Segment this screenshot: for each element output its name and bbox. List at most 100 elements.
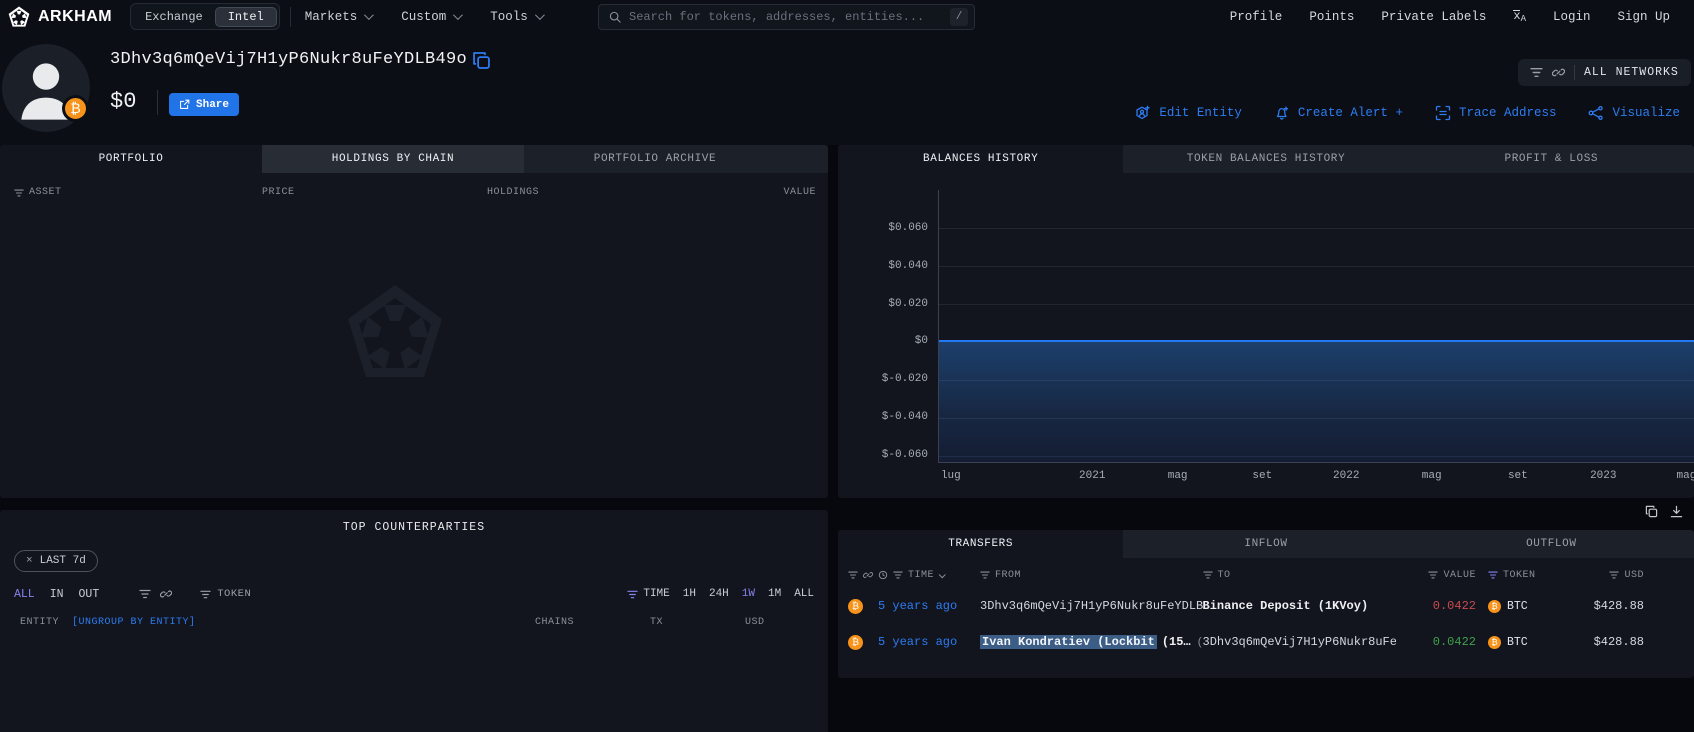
network-selector[interactable]: ALL NETWORKS — [1518, 59, 1691, 86]
download-icon[interactable] — [1670, 505, 1683, 518]
column-entity: ENTITY — [20, 617, 59, 628]
link-icon[interactable] — [863, 570, 873, 580]
filter-icon — [1428, 570, 1438, 580]
direction-filter-all[interactable]: ALL — [14, 588, 35, 601]
transfer-from-entity[interactable]: Ivan Kondratiev (Lockbit(15…(+1) — [980, 635, 1203, 649]
selected-text: Ivan Kondratiev (Lockbit — [980, 635, 1157, 649]
column-chains: CHAINS — [535, 617, 574, 628]
arkham-watermark — [345, 283, 445, 383]
x-axis-tick: mag — [1677, 470, 1694, 482]
translate-icon[interactable]: xA — [1513, 9, 1526, 24]
signup-link[interactable]: Sign Up — [1617, 10, 1670, 24]
tab-balances-history[interactable]: BALANCES HISTORY — [838, 145, 1123, 173]
address-header: ₿ 3Dhv3q6mQeVij7H1yP6Nukr8uFeYDLB49o $0 … — [0, 33, 1694, 145]
column-value[interactable]: VALUE — [1396, 570, 1476, 581]
zero-balance-line — [939, 340, 1694, 342]
transfer-to-address[interactable]: 3Dhv3q6mQeVij7H1yP6Nukr8uFeYDLB49o — [1203, 635, 1396, 649]
tools-menu[interactable]: Tools — [490, 10, 542, 24]
direction-filter-out[interactable]: OUT — [79, 588, 100, 601]
search-input[interactable] — [629, 10, 950, 24]
link-icon[interactable] — [160, 588, 172, 600]
transfer-from-address[interactable]: 3Dhv3q6mQeVij7H1yP6Nukr8uFeYDLB49o — [980, 599, 1203, 613]
exchange-toggle-button[interactable]: Exchange — [133, 8, 215, 26]
time-range-all[interactable]: ALL — [794, 588, 814, 600]
top-nav: ARKHAM Exchange Intel Markets Custom Too… — [0, 0, 1694, 33]
column-time[interactable]: TIME — [878, 570, 980, 581]
column-tx: TX — [650, 617, 663, 628]
close-icon[interactable]: × — [26, 555, 33, 567]
time-range-1m[interactable]: 1M — [768, 588, 781, 600]
transfer-row[interactable]: ₿ 5 years ago 3Dhv3q6mQeVij7H1yP6Nukr8uF… — [838, 588, 1694, 624]
tab-holdings-by-chain[interactable]: HOLDINGS BY CHAIN — [262, 145, 524, 173]
tab-portfolio-archive[interactable]: PORTFOLIO ARCHIVE — [524, 145, 786, 173]
arkham-brand[interactable]: ARKHAM — [8, 6, 112, 28]
share-icon — [179, 99, 190, 110]
portfolio-balance: $0 — [110, 89, 136, 114]
exchange-intel-toggle: Exchange Intel — [130, 3, 280, 30]
intel-toggle-button[interactable]: Intel — [215, 7, 277, 27]
transfer-token[interactable]: ₿ BTC — [1476, 636, 1556, 649]
transfer-time-link[interactable]: 5 years ago — [878, 599, 980, 613]
time-range-24h[interactable]: 24H — [709, 588, 729, 600]
ungroup-by-entity-link[interactable]: [UNGROUP BY ENTITY] — [72, 617, 196, 628]
filter-icon[interactable] — [848, 570, 858, 580]
custom-menu[interactable]: Custom — [401, 10, 460, 24]
transfer-time-link[interactable]: 5 years ago — [878, 635, 980, 649]
column-holdings: HOLDINGS — [487, 187, 539, 198]
points-link[interactable]: Points — [1309, 10, 1354, 24]
tab-transfers[interactable]: TRANSFERS — [838, 530, 1123, 558]
copy-table-icon[interactable] — [1645, 505, 1658, 518]
transfer-row[interactable]: ₿ 5 years ago Ivan Kondratiev (Lockbit(1… — [838, 624, 1694, 660]
transfer-to-entity[interactable]: Binance Deposit (1KVoy) — [1203, 599, 1396, 613]
direction-filter-in[interactable]: IN — [50, 588, 64, 601]
balances-history-panel: BALANCES HISTORY TOKEN BALANCES HISTORY … — [838, 145, 1694, 498]
chevron-down-icon — [453, 10, 463, 20]
column-usd: USD — [745, 617, 765, 628]
transfer-token[interactable]: ₿ BTC — [1476, 600, 1556, 613]
edit-entity-icon — [1135, 105, 1151, 121]
time-filter-label[interactable]: TIME — [627, 588, 669, 600]
pill-divider — [1574, 65, 1575, 80]
filter-icon — [1530, 66, 1543, 79]
gridline — [939, 456, 1694, 457]
column-value: VALUE — [783, 187, 816, 198]
create-alert-button[interactable]: Create Alert + — [1274, 105, 1403, 121]
column-asset[interactable]: ASSET — [14, 187, 62, 198]
tab-inflow[interactable]: INFLOW — [1123, 530, 1408, 558]
share-button[interactable]: Share — [169, 93, 239, 116]
private-labels-link[interactable]: Private Labels — [1381, 10, 1486, 24]
tab-token-balances-history[interactable]: TOKEN BALANCES HISTORY — [1123, 145, 1408, 173]
last-7d-filter-chip[interactable]: × LAST 7d — [14, 550, 98, 572]
column-token[interactable]: TOKEN — [1476, 570, 1556, 581]
x-axis-tick: lug — [941, 470, 961, 482]
x-axis-tick: mag — [1422, 470, 1442, 482]
y-axis-tick: $0.060 — [848, 222, 928, 234]
trace-address-button[interactable]: Trace Address — [1435, 105, 1557, 121]
tab-portfolio[interactable]: PORTFOLIO — [0, 145, 262, 173]
time-range-1w[interactable]: 1W — [742, 588, 755, 600]
gridline — [939, 304, 1694, 305]
login-link[interactable]: Login — [1553, 10, 1591, 24]
token-filter[interactable]: TOKEN — [200, 588, 251, 600]
filter-icon — [627, 589, 638, 600]
markets-menu[interactable]: Markets — [305, 10, 372, 24]
tab-outflow[interactable]: OUTFLOW — [1409, 530, 1694, 558]
counterparties-title: TOP COUNTERPARTIES — [0, 510, 828, 534]
edit-entity-button[interactable]: Edit Entity — [1135, 105, 1242, 121]
brand-name: ARKHAM — [38, 8, 112, 26]
gridline — [939, 418, 1694, 419]
area-fill — [939, 342, 1694, 462]
x-axis-tick: mag — [1168, 470, 1188, 482]
column-to[interactable]: TO — [1203, 570, 1396, 581]
tab-profit-loss[interactable]: PROFIT & LOSS — [1409, 145, 1694, 173]
time-range-1h[interactable]: 1H — [683, 588, 696, 600]
column-from[interactable]: FROM — [980, 570, 1203, 581]
visualize-button[interactable]: Visualize — [1588, 105, 1680, 121]
column-usd[interactable]: USD — [1556, 570, 1644, 581]
filter-icon[interactable] — [139, 588, 151, 600]
profile-link[interactable]: Profile — [1230, 10, 1283, 24]
balances-chart[interactable]: $0.060 $0.040 $0.020 $0 $-0.020 $-0.040 … — [838, 173, 1694, 498]
main-content: PORTFOLIO HOLDINGS BY CHAIN PORTFOLIO AR… — [0, 145, 1694, 732]
copy-address-icon[interactable] — [472, 51, 491, 70]
filter-icon — [1203, 570, 1213, 580]
